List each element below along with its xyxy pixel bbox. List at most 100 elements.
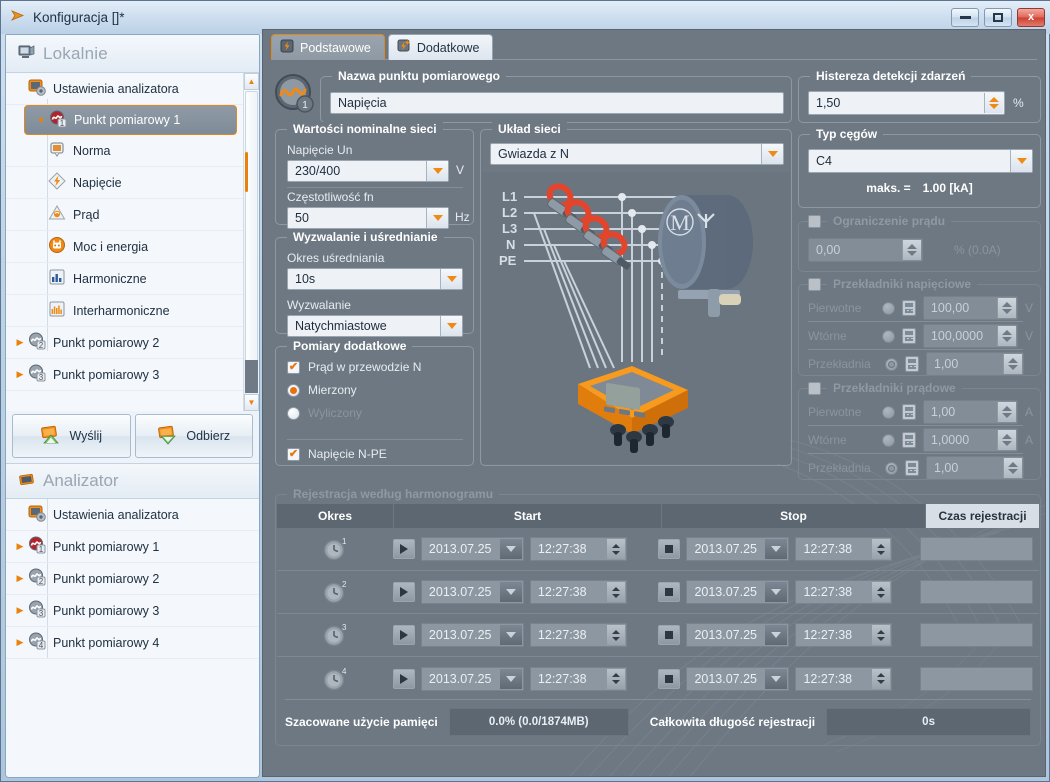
sidebar-item-ustawienia-analizatora[interactable]: Ustawienia analizatora [6,73,245,105]
checkbox-voltage-npe[interactable] [287,447,300,461]
start-time-input[interactable]: 12:27:38 [529,623,627,647]
chevron-right-icon[interactable]: ▶ [12,369,28,380]
start-play-button[interactable] [392,582,415,602]
period-cell[interactable]: 1 [277,536,393,562]
stop-button[interactable] [658,539,681,559]
calculator-icon[interactable] [901,300,916,316]
analyzer-item-punkt-pomiarowy-4[interactable]: ▶ 4 Punkt pomiarowy 4 [6,627,259,659]
period-cell[interactable]: 3 [277,622,393,648]
option-voltage-npe[interactable]: Napięcie N-PE [287,447,387,461]
stop-time-spinner[interactable] [872,668,891,689]
scroll-down-icon[interactable]: ▼ [244,394,259,411]
hysteresis-input[interactable]: 1,50 [808,91,1005,115]
calculator-icon[interactable] [905,356,919,372]
chevron-down-icon[interactable] [426,161,448,181]
sidebar-item-interharmoniczne[interactable]: Interharmoniczne [6,295,245,327]
maximize-button[interactable] [984,8,1012,27]
send-button[interactable]: Wyślij [12,414,131,458]
start-date-input[interactable]: 2013.07.25 [420,537,524,561]
stop-time-input[interactable]: 12:27:38 [795,666,893,691]
calculator-icon[interactable] [901,404,916,420]
analyzer-item-punkt-pomiarowy-1[interactable]: ▶ 1 Punkt pomiarowy 1 [6,531,259,563]
checkbox-current-n[interactable] [287,360,300,374]
period-cell[interactable]: 2 [277,579,393,605]
chevron-down-icon[interactable] [1010,150,1032,172]
chevron-right-icon[interactable]: ▶ [12,637,28,648]
sidebar-item-punkt-pomiarowy-1[interactable]: ▼ 1 Punkt pomiarowy 1 [24,105,237,135]
start-date-input[interactable]: 2013.07.25 [420,666,524,691]
voltage-transformer-radio[interactable] [881,301,895,315]
stop-time-spinner[interactable] [872,582,891,602]
checkbox-voltage-transformers[interactable] [808,278,821,291]
current-transformer-radio[interactable] [881,433,895,447]
tab-podstawowe[interactable]: Podstawowe [271,34,385,60]
scrollbar-thumb[interactable] [245,91,258,376]
chevron-right-icon[interactable]: ▶ [12,541,28,552]
clamp-type-combo[interactable]: C4 [808,149,1033,173]
option-measured[interactable]: Mierzony [287,383,357,397]
start-play-button[interactable] [392,668,415,689]
calculator-icon[interactable] [905,460,919,476]
local-tree[interactable]: Ustawienia analizatora ▼ 1 Punkt pomiarowy … [6,73,245,411]
stop-button[interactable] [658,668,681,689]
analyzer-item-punkt-pomiarowy-2[interactable]: ▶ 2 Punkt pomiarowy 2 [6,563,259,595]
chevron-down-icon[interactable] [765,539,788,559]
stop-time-input[interactable]: 12:27:38 [795,580,893,604]
start-play-button[interactable] [392,539,415,559]
chevron-down-icon[interactable] [499,668,522,689]
chevron-down-icon[interactable] [499,625,522,645]
chevron-down-icon[interactable]: ▼ [33,115,49,125]
analyzer-item-punkt-pomiarowy-3[interactable]: ▶ 3 Punkt pomiarowy 3 [6,595,259,627]
start-play-button[interactable] [392,625,415,645]
scroll-up-icon[interactable]: ▲ [244,73,259,90]
calculator-icon[interactable] [901,432,916,448]
sidebar-item-moc-i-energia[interactable]: Moc i energia [6,231,245,263]
close-button[interactable]: x [1017,8,1045,27]
period-cell[interactable]: 4 [277,666,393,692]
stop-time-input[interactable]: 12:27:38 [795,623,893,647]
hysteresis-spinner[interactable] [984,93,1003,113]
stop-date-input[interactable]: 2013.07.25 [686,623,790,647]
start-time-spinner[interactable] [606,582,625,602]
frequency-fn-combo[interactable]: 50 [287,207,449,229]
averaging-period-combo[interactable]: 10s [287,268,463,290]
start-time-spinner[interactable] [606,539,625,559]
analyzer-item-ustawienia-analizatora[interactable]: Ustawienia analizatora [6,499,259,531]
stop-date-input[interactable]: 2013.07.25 [686,666,790,691]
stop-button[interactable] [658,582,681,602]
chevron-down-icon[interactable] [765,625,788,645]
chevron-down-icon[interactable] [765,582,788,602]
radio-measured[interactable] [287,383,300,397]
start-time-input[interactable]: 12:27:38 [529,666,627,691]
start-time-spinner[interactable] [606,668,625,689]
start-time-input[interactable]: 12:27:38 [529,537,627,561]
voltage-transformer-radio[interactable] [885,357,898,371]
chevron-down-icon[interactable] [765,668,788,689]
start-time-input[interactable]: 12:27:38 [529,580,627,604]
analyzer-tree[interactable]: Ustawienia analizatora ▶ 1 Punkt pomiarowy … [6,499,259,777]
sidebar-scrollbar[interactable]: ▲ ▼ [243,73,259,411]
radio-calculated[interactable] [287,406,300,420]
chevron-right-icon[interactable]: ▶ [12,605,28,616]
sidebar-item-norma[interactable]: Norma [6,135,245,167]
stop-button[interactable] [658,625,681,645]
network-layout-combo[interactable]: Gwiazda z N [490,143,784,165]
chevron-down-icon[interactable] [761,144,783,164]
trigger-combo[interactable]: Natychmiastowe [287,315,463,337]
sidebar-item-punkt-pomiarowy-3[interactable]: ▶ 3 Punkt pomiarowy 3 [6,359,245,391]
stop-time-spinner[interactable] [872,539,891,559]
minimize-button[interactable] [951,8,979,27]
start-date-input[interactable]: 2013.07.25 [420,580,524,604]
current-transformer-radio[interactable] [881,405,895,419]
chevron-right-icon[interactable]: ▶ [12,337,28,348]
receive-button[interactable]: Odbierz [134,414,253,458]
option-current-n[interactable]: Prąd w przewodzie N [287,360,421,374]
chevron-down-icon[interactable] [499,582,522,602]
tab-dodatkowe[interactable]: Dodatkowe [387,34,494,60]
option-calculated[interactable]: Wyliczony [287,406,362,420]
voltage-transformer-radio[interactable] [881,329,895,343]
stop-time-spinner[interactable] [872,625,891,645]
chevron-right-icon[interactable]: ▶ [12,573,28,584]
sidebar-item-pr-d[interactable]: Prąd [6,199,245,231]
start-date-input[interactable]: 2013.07.25 [420,623,524,647]
